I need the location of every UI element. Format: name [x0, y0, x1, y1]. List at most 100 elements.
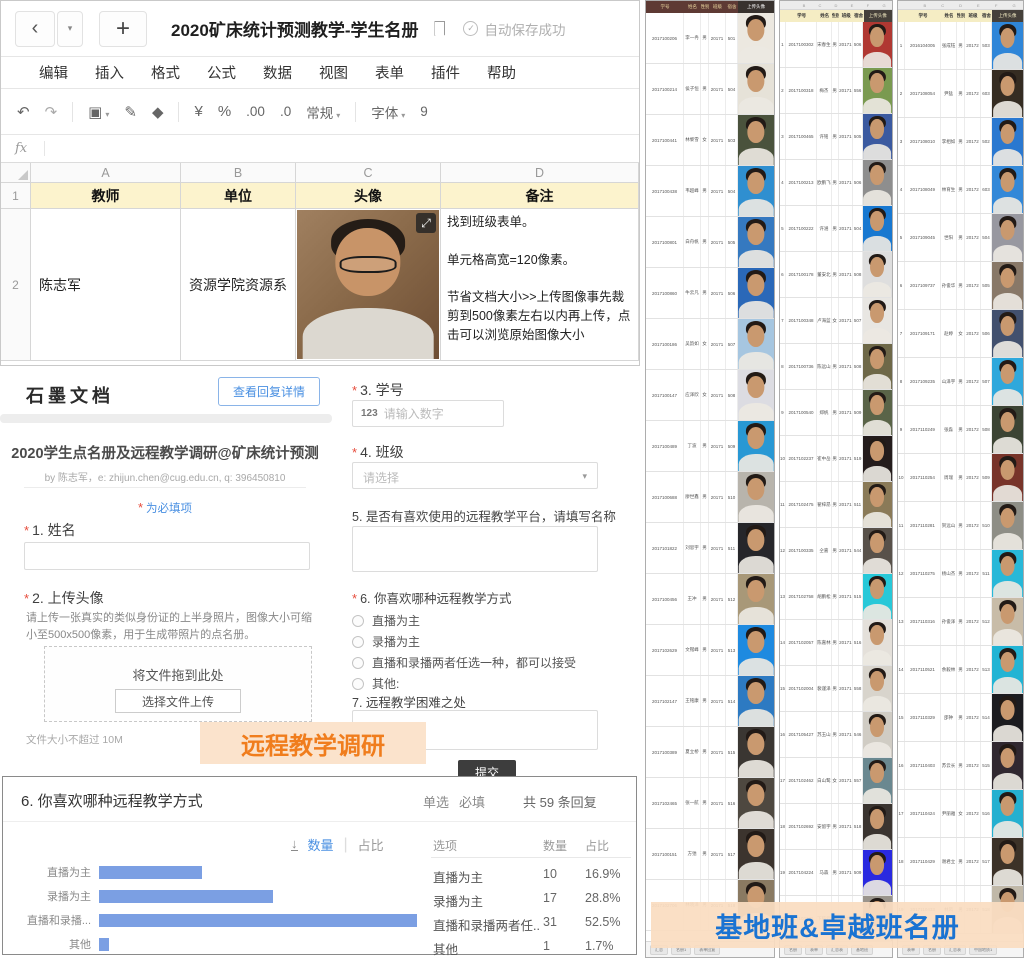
student-photo[interactable] — [863, 620, 892, 665]
student-photo[interactable] — [992, 694, 1023, 741]
view-replies-button[interactable]: 查看回复详情 — [218, 377, 320, 406]
roster-row[interactable]: 182017102692安留宇男20171518 — [780, 804, 892, 850]
bar[interactable] — [99, 938, 109, 951]
roster-row[interactable]: 12016104005张成钰男20172503 — [898, 22, 1023, 70]
student-photo[interactable] — [992, 646, 1023, 693]
student-photo[interactable] — [992, 838, 1023, 885]
roster-row[interactable]: 182017110429谢君立男20172517 — [898, 838, 1023, 886]
format-painter-icon[interactable]: ✎ — [124, 103, 137, 121]
roster-row[interactable]: 132017110316孙俊泽男20172512 — [898, 598, 1023, 646]
menu-item-4[interactable]: 数据 — [263, 62, 292, 83]
student-photo[interactable] — [992, 454, 1023, 501]
font-size-select[interactable]: 9 — [420, 104, 428, 119]
back-button[interactable]: ‹ — [15, 11, 55, 47]
radio-icon[interactable] — [352, 657, 364, 669]
roster-row[interactable]: 2017101822刘思宇男20171511 — [646, 523, 774, 574]
roster-row[interactable]: 82017109235山泽宇男20172507 — [898, 358, 1023, 406]
roster-row[interactable]: 2017100389夏立桥男20171515 — [646, 727, 774, 778]
roster-row[interactable]: 32017108010李相如男20172502 — [898, 118, 1023, 166]
roster-row[interactable]: 2017100456王冲男20171512 — [646, 574, 774, 625]
menu-item-1[interactable]: 插入 — [95, 62, 124, 83]
roster-row[interactable]: 2017102465张一航男20171516 — [646, 778, 774, 829]
currency-format-button[interactable]: ¥ — [194, 103, 202, 120]
download-icon[interactable]: ↓ — [291, 838, 298, 851]
student-photo[interactable] — [863, 528, 892, 573]
roster-row[interactable]: 72017100348卢海蓝女20171507 — [780, 298, 892, 344]
student-photo[interactable] — [992, 310, 1023, 357]
q6-option-2[interactable]: 直播和录播两者任选一种，都可以接受 — [352, 654, 576, 671]
cell-teacher-photo[interactable]: ⤢ — [296, 209, 441, 361]
student-photo[interactable] — [992, 742, 1023, 789]
student-photo[interactable] — [738, 64, 774, 114]
redo-icon[interactable]: ↷ — [45, 103, 58, 121]
student-photo[interactable] — [738, 115, 774, 165]
student-photo[interactable] — [738, 676, 774, 726]
student-photo[interactable] — [992, 790, 1023, 837]
paste-icon[interactable]: ▣▾ — [88, 103, 109, 121]
sheet-header-cell-2[interactable]: 头像 — [296, 183, 441, 209]
roster-row[interactable]: 2017100147应泽欣女20171508 — [646, 370, 774, 421]
teacher-photo[interactable]: ⤢ — [297, 210, 439, 359]
roster-row[interactable]: 112017110281贺远山男20172510 — [898, 502, 1023, 550]
bookmark-icon[interactable] — [434, 21, 445, 36]
student-photo[interactable] — [738, 421, 774, 471]
student-photo[interactable] — [738, 166, 774, 216]
roster-row[interactable]: 62017109737孙俊华男20172505 — [898, 262, 1023, 310]
roster-row[interactable]: 142017102057陈嘉林男20171516 — [780, 620, 892, 666]
roster-row[interactable]: 2017100186吴韵如女20171507 — [646, 319, 774, 370]
student-photo[interactable] — [863, 22, 892, 67]
student-photo[interactable] — [863, 114, 892, 159]
choose-file-button[interactable]: 选择文件上传 — [115, 689, 241, 713]
student-photo[interactable] — [992, 22, 1023, 69]
undo-icon[interactable]: ↶ — [17, 103, 30, 121]
column-header-B[interactable]: B — [181, 163, 296, 183]
toggle-percent[interactable]: 占比 — [358, 835, 384, 854]
roster-row[interactable]: 2017100860牛云凡男20171506 — [646, 268, 774, 319]
student-photo[interactable] — [863, 666, 892, 711]
formula-bar[interactable]: fx — [1, 135, 639, 163]
student-photo[interactable] — [863, 298, 892, 343]
roster-row[interactable]: 42017100213欧鹏飞男20171506 — [780, 160, 892, 206]
roster-row[interactable]: 2017100441林黎雪女20171503 — [646, 115, 774, 166]
q6-option-3[interactable]: 其他: — [352, 675, 399, 692]
roster-row[interactable]: 192017104224马森男20171509 — [780, 850, 892, 896]
row-header-2[interactable]: 2 — [1, 209, 31, 361]
menu-item-6[interactable]: 表单 — [375, 62, 404, 83]
roster-row[interactable]: 72017109171赵婷女20172506 — [898, 310, 1023, 358]
roster-row[interactable]: 162017110403苏云长男20172515 — [898, 742, 1023, 790]
student-photo[interactable] — [992, 550, 1023, 597]
roster-row[interactable]: 2017102629文锴峰男20171513 — [646, 625, 774, 676]
student-photo[interactable] — [738, 829, 774, 879]
student-photo[interactable] — [992, 70, 1023, 117]
student-photo[interactable] — [863, 482, 892, 527]
roster-row[interactable]: 2017100206李一冉男20171501 — [646, 13, 774, 64]
cell-teacher-unit[interactable]: 资源学院资源系 — [181, 209, 296, 361]
student-photo[interactable] — [992, 502, 1023, 549]
roster-row[interactable]: 12017100302宋春生男20171506 — [780, 22, 892, 68]
roster-row[interactable]: 2017100214侯子恒男20171504 — [646, 64, 774, 115]
student-photo[interactable] — [738, 472, 774, 522]
roster-row[interactable]: 2017100438韦超峰男20171504 — [646, 166, 774, 217]
roster-row[interactable]: 122017100335仝嘉男20171544 — [780, 528, 892, 574]
student-photo[interactable] — [992, 358, 1023, 405]
roster-row[interactable]: 2017102147王铭康男20171514 — [646, 676, 774, 727]
bar[interactable] — [99, 890, 273, 903]
roster-row[interactable]: 152017102004裴谨泽男20171558 — [780, 666, 892, 712]
decimal-decrease-button[interactable]: .0 — [280, 104, 291, 119]
roster-row[interactable]: 102017102237崔中岳男20171519 — [780, 436, 892, 482]
class-select[interactable]: 请选择 ▾ — [352, 462, 598, 489]
student-photo[interactable] — [863, 574, 892, 619]
roster-row[interactable]: 112017102475翟梓昂男20171511 — [780, 482, 892, 528]
toggle-count[interactable]: 数量 — [308, 835, 334, 854]
roster-row[interactable]: 2017100801白舟帆男20171505 — [646, 217, 774, 268]
roster-row[interactable]: 2017100151方弛男20171517 — [646, 829, 774, 880]
roster-row[interactable]: 162017105427苏玉山男20171546 — [780, 712, 892, 758]
roster-row[interactable]: 52017100222许涵男20171504 — [780, 206, 892, 252]
sheet-header-cell-1[interactable]: 单位 — [181, 183, 296, 209]
student-photo[interactable] — [863, 390, 892, 435]
roster-row[interactable]: 172017102462白山鹭女20171557 — [780, 758, 892, 804]
student-photo[interactable] — [992, 118, 1023, 165]
percent-format-button[interactable]: % — [218, 103, 231, 120]
cell-notes[interactable]: 找到班级表单。 单元格高宽=120像素。 节省文档大小>>上传图像事先裁剪到50… — [441, 209, 639, 361]
file-dropzone[interactable]: 将文件拖到此处 选择文件上传 — [44, 646, 312, 722]
